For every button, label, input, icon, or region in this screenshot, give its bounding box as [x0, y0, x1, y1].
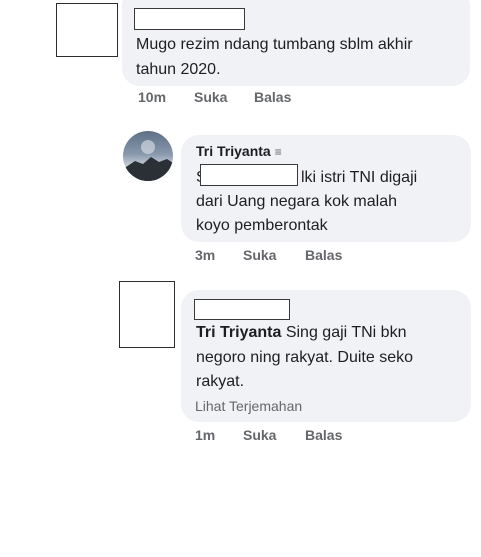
comment-text-content: Sing gaji TNi bkn	[281, 324, 407, 341]
comment-text-line-3: rakyat.	[196, 369, 244, 394]
reply-link[interactable]: Balas	[305, 247, 342, 263]
comment-actions: 3m Suka Balas	[195, 247, 342, 263]
redacted-author-name	[134, 8, 245, 30]
redacted-author-name	[194, 299, 290, 320]
mention-name[interactable]: Tri Triyanta	[196, 324, 281, 341]
like-link[interactable]: Suka	[243, 247, 305, 263]
comment-actions: 10m Suka Balas	[138, 89, 291, 105]
comment-text-content: rakyat.	[196, 373, 245, 390]
author-badge-icon: ≡	[274, 145, 282, 159]
reply-link[interactable]: Balas	[254, 89, 291, 105]
see-translation-link[interactable]: Lihat Terjemahan	[195, 398, 302, 414]
like-link[interactable]: Suka	[194, 89, 254, 105]
avatar[interactable]	[56, 3, 118, 57]
timestamp: 10m	[138, 89, 167, 105]
mention-prefix: S	[196, 169, 207, 186]
avatar[interactable]	[119, 281, 175, 348]
comment-bubble	[181, 135, 471, 242]
comment-text-line-3: koyo pemberontak	[196, 213, 328, 238]
like-link[interactable]: Suka	[243, 427, 305, 443]
comment-text-content: Mugo rezim ndang tumbang sblm akhir tahu…	[136, 36, 413, 78]
comment-text-content: koyo pemberontak	[196, 217, 328, 234]
comment-actions: 1m Suka Balas	[195, 427, 342, 443]
comment-prefix: S	[196, 165, 207, 190]
timestamp: 1m	[195, 427, 216, 443]
avatar[interactable]	[123, 131, 173, 181]
comment-author[interactable]: Tri Triyanta ≡	[196, 140, 282, 163]
author-name[interactable]: Tri Triyanta	[196, 143, 271, 159]
comment-text-content: dari Uang negara kok malah	[196, 193, 398, 210]
comment-text-line-1: lki istri TNI digaji	[301, 165, 417, 190]
comment-text-content: negoro ning rakyat. Duite seko	[196, 349, 414, 366]
comment-text-line-2: dari Uang negara kok malah	[196, 189, 397, 214]
comment-text-line-1: Tri Triyanta Sing gaji TNi bkn	[196, 320, 406, 345]
redacted-mention	[200, 164, 298, 186]
comment-text: Mugo rezim ndang tumbang sblm akhir tahu…	[136, 32, 456, 82]
mountain-photo-icon	[123, 140, 173, 181]
comment-text-content: lki istri TNI digaji	[301, 169, 418, 186]
comment-1: Mugo rezim ndang tumbang sblm akhir tahu…	[0, 0, 481, 115]
timestamp: 3m	[195, 247, 216, 263]
comment-text-line-2: negoro ning rakyat. Duite seko	[196, 345, 413, 370]
reply-link[interactable]: Balas	[305, 427, 342, 443]
comment-bubble	[181, 290, 471, 422]
